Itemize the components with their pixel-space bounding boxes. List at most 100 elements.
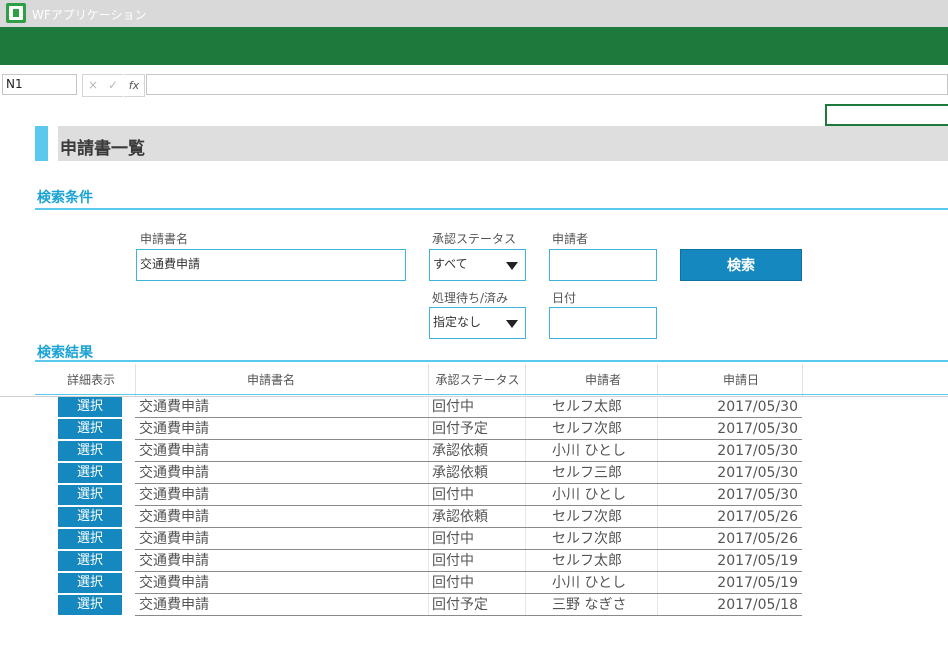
select-button[interactable]: 選択 bbox=[58, 419, 122, 439]
cell-form-name: 交通費申請 bbox=[139, 465, 209, 481]
column-header-applicant: 申請者 bbox=[584, 373, 621, 387]
table-row: 選択 交通費申請 回付中 セルフ太郎 2017/05/30 bbox=[0, 396, 948, 418]
select-button[interactable]: 選択 bbox=[58, 573, 122, 593]
cell-applicant: 小川 ひとし bbox=[552, 487, 627, 503]
cell-form-name: 交通費申請 bbox=[139, 399, 209, 415]
table-row: 選択 交通費申請 回付予定 三野 なぎさ 2017/05/18 bbox=[0, 594, 948, 616]
cell-form-name: 交通費申請 bbox=[139, 421, 209, 437]
cell-applicant: 小川 ひとし bbox=[552, 575, 627, 591]
results-section-title: 検索結果 bbox=[37, 345, 93, 361]
cell-status: 承認依頼 bbox=[432, 465, 488, 481]
function-icon[interactable]: fx bbox=[124, 74, 145, 97]
cell-divider bbox=[525, 396, 526, 418]
app-icon bbox=[6, 3, 26, 23]
cell-divider bbox=[525, 594, 526, 616]
chevron-down-icon bbox=[506, 320, 518, 328]
table-row: 選択 交通費申請 回付中 セルフ太郎 2017/05/19 bbox=[0, 550, 948, 572]
column-header-form-name: 申請書名 bbox=[246, 373, 295, 387]
select-button[interactable]: 選択 bbox=[58, 551, 122, 571]
window-title: WFアプリケーション bbox=[32, 8, 147, 22]
cell-date: 2017/05/18 bbox=[717, 597, 798, 613]
select-button[interactable]: 選択 bbox=[58, 397, 122, 417]
cell-status: 回付予定 bbox=[432, 597, 488, 613]
cell-divider bbox=[525, 440, 526, 462]
select-button[interactable]: 選択 bbox=[58, 507, 122, 527]
page-title: 申請書一覧 bbox=[60, 139, 145, 159]
cell-applicant: セルフ三郎 bbox=[552, 465, 622, 481]
cell-applicant: セルフ次郎 bbox=[552, 421, 622, 437]
cell-applicant: 三野 なぎさ bbox=[552, 597, 627, 613]
cell-status: 承認依頼 bbox=[432, 509, 488, 525]
cell-date: 2017/05/19 bbox=[717, 575, 798, 591]
cell-date: 2017/05/26 bbox=[717, 509, 798, 525]
column-divider bbox=[657, 364, 658, 396]
cell-divider bbox=[428, 506, 429, 528]
status-select-value: すべて bbox=[433, 257, 468, 271]
column-divider bbox=[428, 364, 429, 396]
date-input[interactable] bbox=[549, 307, 657, 339]
cell-divider bbox=[525, 528, 526, 550]
page-header-bar bbox=[58, 126, 948, 161]
column-header-date: 申請日 bbox=[722, 373, 759, 387]
search-section-title: 検索条件 bbox=[37, 190, 93, 206]
column-header-status: 承認ステータス bbox=[435, 373, 520, 387]
results-header-divider bbox=[35, 394, 948, 395]
cell-divider bbox=[525, 550, 526, 572]
cell-divider bbox=[428, 572, 429, 594]
form-name-label: 申請書名 bbox=[140, 232, 189, 246]
table-row: 選択 交通費申請 回付中 セルフ次郎 2017/05/26 bbox=[0, 528, 948, 550]
cell-form-name: 交通費申請 bbox=[139, 531, 209, 547]
status-select[interactable]: すべて bbox=[429, 249, 526, 281]
table-row: 選択 交通費申請 承認依頼 セルフ次郎 2017/05/26 bbox=[0, 506, 948, 528]
table-row: 選択 交通費申請 承認依頼 セルフ三郎 2017/05/30 bbox=[0, 462, 948, 484]
cancel-icon[interactable]: × bbox=[82, 74, 103, 97]
cell-date: 2017/05/19 bbox=[717, 553, 798, 569]
cell-form-name: 交通費申請 bbox=[139, 553, 209, 569]
enter-icon[interactable]: ✓ bbox=[103, 74, 123, 97]
formula-input[interactable] bbox=[146, 74, 948, 95]
select-button[interactable]: 選択 bbox=[58, 441, 122, 461]
cell-date: 2017/05/30 bbox=[717, 399, 798, 415]
cell-divider bbox=[525, 462, 526, 484]
cell-divider bbox=[428, 484, 429, 506]
cell-divider bbox=[428, 528, 429, 550]
cell-divider bbox=[428, 396, 429, 418]
cell-date: 2017/05/26 bbox=[717, 531, 798, 547]
cell-divider bbox=[525, 572, 526, 594]
cell-date: 2017/05/30 bbox=[717, 421, 798, 437]
cell-date: 2017/05/30 bbox=[717, 487, 798, 503]
column-divider bbox=[525, 364, 526, 396]
pending-label: 処理待ち/済み bbox=[432, 291, 509, 305]
column-divider bbox=[802, 364, 803, 396]
cell-divider bbox=[428, 440, 429, 462]
cell-applicant: セルフ太郎 bbox=[552, 553, 622, 569]
form-name-input[interactable]: 交通費申請 bbox=[136, 249, 406, 281]
cell-applicant: セルフ次郎 bbox=[552, 509, 622, 525]
cell-form-name: 交通費申請 bbox=[139, 575, 209, 591]
select-button[interactable]: 選択 bbox=[58, 485, 122, 505]
column-header-detail: 詳細表示 bbox=[66, 373, 115, 387]
selected-cell[interactable] bbox=[825, 104, 948, 126]
search-button[interactable]: 検索 bbox=[680, 249, 802, 281]
select-button[interactable]: 選択 bbox=[58, 529, 122, 549]
cell-divider bbox=[428, 462, 429, 484]
cell-status: 回付予定 bbox=[432, 421, 488, 437]
cell-status: 承認依頼 bbox=[432, 443, 488, 459]
cell-status: 回付中 bbox=[432, 399, 474, 415]
name-box[interactable]: N1 bbox=[2, 74, 77, 95]
applicant-input[interactable] bbox=[549, 249, 657, 281]
select-button[interactable]: 選択 bbox=[58, 595, 122, 615]
pending-select[interactable]: 指定なし bbox=[429, 307, 526, 339]
cell-divider bbox=[428, 550, 429, 572]
cell-status: 回付中 bbox=[432, 575, 474, 591]
cell-form-name: 交通費申請 bbox=[139, 597, 209, 613]
pending-select-value: 指定なし bbox=[433, 315, 482, 329]
title-bar: WFアプリケーション bbox=[0, 0, 948, 27]
cell-applicant: セルフ太郎 bbox=[552, 399, 622, 415]
status-label: 承認ステータス bbox=[432, 232, 517, 246]
table-row: 選択 交通費申請 回付中 小川 ひとし 2017/05/30 bbox=[0, 484, 948, 506]
page-header-accent bbox=[35, 126, 48, 161]
select-button[interactable]: 選択 bbox=[58, 463, 122, 483]
chevron-down-icon bbox=[506, 262, 518, 270]
cell-applicant: 小川 ひとし bbox=[552, 443, 627, 459]
